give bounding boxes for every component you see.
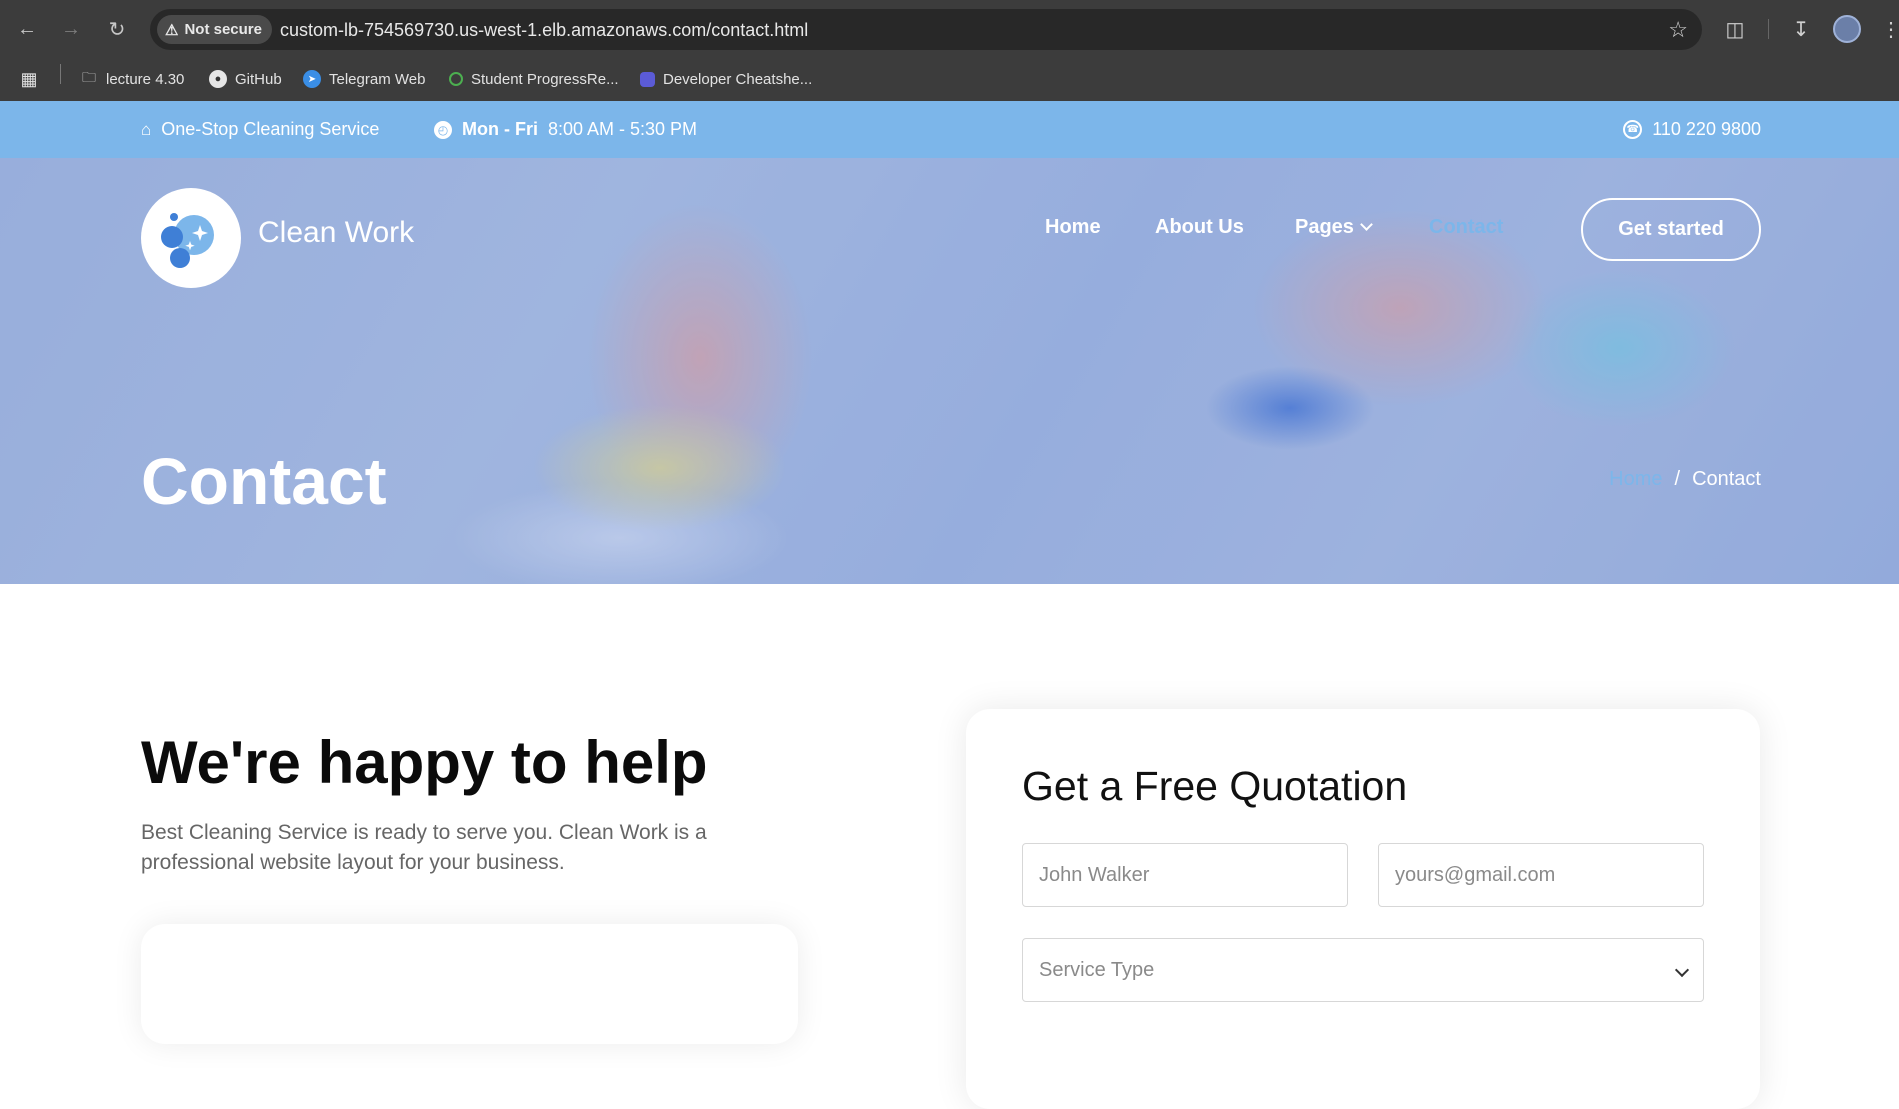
service-info: ⌂ One-Stop Cleaning Service: [141, 101, 379, 158]
reload-icon[interactable]: ↻: [102, 14, 132, 44]
phone-info[interactable]: ☎ 110 220 9800: [1623, 101, 1761, 158]
form-title: Get a Free Quotation: [1022, 763, 1408, 809]
browser-chrome: ← → ↻ ⚠ Not secure custom-lb-754569730.u…: [0, 0, 1899, 101]
service-type-select[interactable]: Service Type: [1022, 938, 1704, 1002]
breadcrumb-current: Contact: [1692, 468, 1761, 490]
url-text[interactable]: custom-lb-754569730.us-west-1.elb.amazon…: [280, 20, 808, 41]
nav-pages[interactable]: Pages: [1295, 216, 1373, 239]
breadcrumb: Home / Contact: [1609, 468, 1761, 491]
warning-icon: ⚠: [165, 21, 179, 39]
site-icon: [449, 72, 463, 86]
bubbles-logo-icon: [161, 213, 214, 268]
github-icon: ●: [209, 70, 227, 88]
nav-about-us[interactable]: About Us: [1155, 216, 1244, 239]
clock-icon: ◴: [434, 120, 452, 139]
breadcrumb-separator: /: [1674, 468, 1681, 490]
service-type-placeholder: Service Type: [1039, 958, 1155, 981]
folder-icon: 🗀: [82, 69, 96, 85]
toolbar-divider: [1768, 19, 1769, 39]
home-icon: ⌂: [141, 119, 152, 139]
breadcrumb-home[interactable]: Home: [1609, 468, 1662, 491]
bookmark-telegram[interactable]: ➤ Telegram Web: [303, 64, 425, 94]
whatsapp-icon: ☎: [1623, 120, 1643, 139]
forward-icon[interactable]: →: [56, 14, 86, 44]
chevron-down-icon: [1674, 962, 1690, 978]
bookmark-lecture[interactable]: 🗀 lecture 4.30: [80, 64, 184, 94]
nav-home[interactable]: Home: [1045, 216, 1101, 239]
bookmark-label: Student ProgressRe...: [471, 70, 619, 88]
top-info-bar: ⌂ One-Stop Cleaning Service ◴ Mon - Fri …: [0, 101, 1899, 158]
apps-grid-icon[interactable]: ▦: [20, 64, 38, 94]
browser-toolbar: ← → ↻ ⚠ Not secure custom-lb-754569730.u…: [0, 0, 1899, 58]
email-field[interactable]: [1378, 843, 1704, 907]
working-hours: 8:00 AM - 5:30 PM: [547, 119, 698, 139]
bookmarks-divider: [60, 64, 61, 84]
page-title: Contact: [141, 444, 387, 518]
bookmark-github[interactable]: ● GitHub: [209, 64, 282, 94]
bookmarks-bar: ▦ 🗀 lecture 4.30 ● GitHub ➤ Telegram Web…: [0, 58, 1899, 101]
nav-contact[interactable]: Contact: [1429, 216, 1503, 239]
security-label: Not secure: [184, 21, 262, 38]
bookmark-label: GitHub: [235, 70, 282, 88]
address-bar[interactable]: ⚠ Not secure custom-lb-754569730.us-west…: [150, 9, 1702, 50]
section-description: Best Cleaning Service is ready to serve …: [141, 821, 707, 874]
bookmark-star-icon[interactable]: ☆: [1668, 17, 1688, 43]
profile-avatar[interactable]: [1833, 15, 1861, 43]
working-days: Mon - Fri: [462, 119, 538, 139]
logo[interactable]: [141, 188, 241, 288]
quotation-form-card: Get a Free Quotation Service Type: [966, 709, 1760, 1109]
section-heading: We're happy to help: [141, 729, 708, 796]
bookmark-label: Developer Cheatshe...: [663, 70, 813, 88]
contact-info-card: [141, 924, 798, 1044]
download-icon[interactable]: ↧: [1786, 14, 1816, 44]
nav-pages-label: Pages: [1295, 216, 1354, 238]
phone-number[interactable]: 110 220 9800: [1652, 119, 1761, 140]
telegram-icon: ➤: [303, 70, 321, 88]
brand-name[interactable]: Clean Work: [258, 216, 414, 250]
bookmark-student-progress[interactable]: Student ProgressRe...: [449, 64, 619, 94]
back-icon[interactable]: ←: [12, 14, 42, 44]
service-text: One-Stop Cleaning Service: [161, 119, 380, 139]
name-field[interactable]: [1022, 843, 1348, 907]
extensions-icon[interactable]: ◫: [1720, 14, 1750, 44]
bookmark-developer-cheatsheet[interactable]: Developer Cheatshe...: [640, 64, 812, 94]
security-chip[interactable]: ⚠ Not secure: [157, 15, 272, 44]
menu-dots-icon[interactable]: ⋮: [1876, 14, 1899, 44]
get-started-button[interactable]: Get started: [1581, 198, 1761, 261]
bookmark-label: lecture 4.30: [106, 70, 185, 88]
hero-banner: Clean Work Home About Us Pages Contact G…: [0, 158, 1899, 584]
hours-info: ◴ Mon - Fri 8:00 AM - 5:30 PM: [434, 101, 697, 158]
site-icon: [640, 71, 655, 87]
chevron-down-icon: [1360, 218, 1373, 231]
bookmark-label: Telegram Web: [329, 70, 426, 88]
